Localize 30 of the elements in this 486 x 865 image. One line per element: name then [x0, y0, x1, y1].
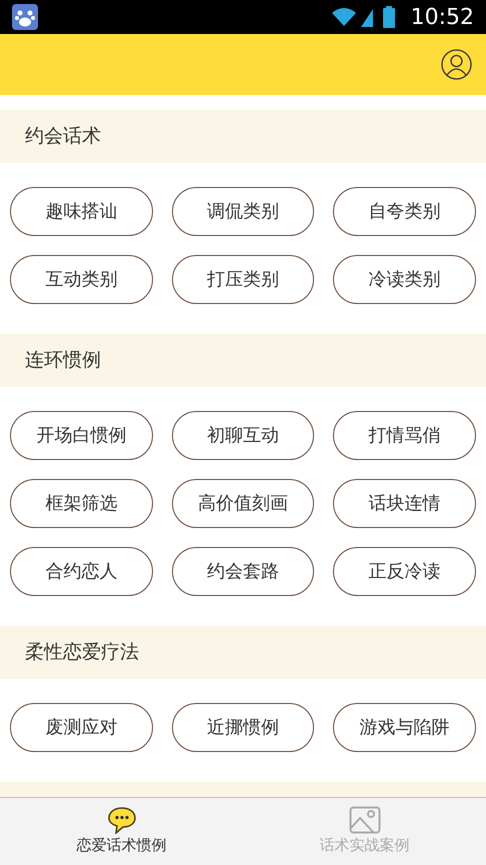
section-title: 柔性恋爱疗法: [25, 640, 139, 666]
image-icon: [348, 806, 380, 834]
category-button[interactable]: 约会套路: [172, 547, 314, 596]
section-title: 连环惯例: [25, 348, 101, 374]
category-button[interactable]: 调侃类别: [172, 187, 314, 236]
category-button[interactable]: 自夸类别: [333, 187, 476, 236]
category-button[interactable]: 废测应对: [10, 703, 153, 752]
chat-bubble-icon: [106, 806, 136, 834]
category-button[interactable]: 正反冷读: [333, 547, 476, 596]
section-title: 约会话术: [25, 124, 101, 150]
battery-icon: [382, 6, 395, 28]
category-button[interactable]: 近挪惯例: [172, 703, 314, 752]
clock: 10:52: [410, 4, 474, 32]
category-button[interactable]: 打压类别: [172, 255, 314, 304]
category-button[interactable]: 合约恋人: [10, 547, 153, 596]
category-button[interactable]: 话块连情: [333, 479, 476, 528]
nav-tab[interactable]: 恋爱话术惯例: [0, 798, 243, 865]
category-button[interactable]: 冷读类别: [333, 255, 476, 304]
category-button[interactable]: 互动类别: [10, 255, 153, 304]
wifi-icon: [330, 7, 357, 27]
app-icon: [12, 4, 38, 30]
signal-icon: [358, 7, 375, 27]
profile-icon[interactable]: [441, 49, 472, 80]
category-button[interactable]: 游戏与陷阱: [333, 703, 476, 752]
category-button[interactable]: 开场白惯例: [10, 411, 153, 460]
category-button[interactable]: 初聊互动: [172, 411, 314, 460]
category-button[interactable]: 打情骂俏: [333, 411, 476, 460]
category-button[interactable]: 高价值刻画: [172, 479, 314, 528]
category-button[interactable]: 趣味搭讪: [10, 187, 153, 236]
category-button[interactable]: 框架筛选: [10, 479, 153, 528]
